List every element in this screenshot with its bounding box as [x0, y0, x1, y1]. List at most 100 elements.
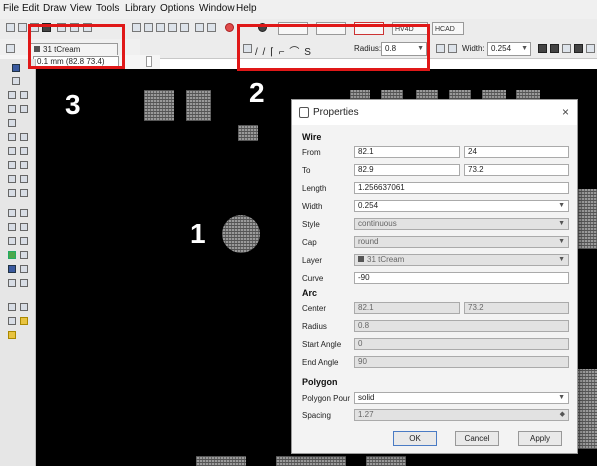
spacing-field[interactable]: 1.27 ◆: [354, 409, 569, 421]
zoom-fit-icon[interactable]: [132, 23, 141, 32]
move-tool-icon[interactable]: [8, 91, 16, 99]
value-tool-icon[interactable]: [20, 161, 28, 169]
menu-help[interactable]: Help: [236, 3, 257, 14]
more-icon[interactable]: [586, 44, 595, 53]
hole-tool-icon[interactable]: [20, 251, 28, 259]
radius-combo[interactable]: 0.8 ▼: [381, 42, 427, 56]
menu-draw[interactable]: Draw: [43, 3, 66, 14]
split-tool-icon[interactable]: [8, 175, 16, 183]
cancel-button[interactable]: Cancel: [455, 431, 499, 446]
group-tool-icon[interactable]: [8, 119, 16, 127]
layer-select[interactable]: 31 tCream ▼: [354, 254, 569, 266]
attribute-tool-icon[interactable]: [20, 317, 28, 325]
open-icon[interactable]: [6, 23, 15, 32]
route-tool-icon[interactable]: [8, 189, 16, 197]
errors-tool-icon[interactable]: [8, 279, 16, 287]
wire-tool-icon[interactable]: [8, 209, 16, 217]
width-select[interactable]: 0.254 ▼: [354, 200, 569, 212]
lock-tool-icon[interactable]: [8, 317, 16, 325]
info-icon[interactable]: [6, 44, 15, 53]
circle-tool-icon[interactable]: [8, 223, 16, 231]
smd-pad[interactable]: [276, 456, 346, 466]
width-combo[interactable]: 0.254 ▼: [487, 42, 531, 56]
zoom-select-icon[interactable]: [168, 23, 177, 32]
hv4d-button[interactable]: HV4D: [392, 22, 428, 35]
smash-tool-icon[interactable]: [20, 303, 28, 311]
dialog-titlebar[interactable]: Properties ×: [292, 100, 577, 125]
undo-icon[interactable]: [195, 23, 204, 32]
optimize-tool-icon[interactable]: [20, 175, 28, 183]
ulp-icon[interactable]: [83, 23, 92, 32]
menu-view[interactable]: View: [70, 3, 92, 14]
change-tool-icon[interactable]: [8, 133, 16, 141]
apply-button[interactable]: Apply: [518, 431, 562, 446]
smd-pad[interactable]: [576, 369, 597, 449]
smd-pad[interactable]: [196, 456, 246, 466]
zoom-in-icon[interactable]: [144, 23, 153, 32]
script-icon[interactable]: [70, 23, 79, 32]
cap-round-icon[interactable]: [448, 44, 457, 53]
board-icon[interactable]: [57, 23, 66, 32]
rect-tool-icon[interactable]: [8, 237, 16, 245]
redo-icon[interactable]: [207, 23, 216, 32]
cam-icon[interactable]: [42, 23, 51, 32]
cap-select[interactable]: round ▼: [354, 236, 569, 248]
menu-library[interactable]: Library: [125, 3, 156, 14]
dimension-tool-icon[interactable]: [8, 303, 16, 311]
stop-icon[interactable]: [225, 23, 234, 32]
copy-tool-icon[interactable]: [20, 91, 28, 99]
drc-button[interactable]: [278, 22, 308, 35]
layer-icon[interactable]: [538, 44, 547, 53]
menu-options[interactable]: Options: [160, 3, 194, 14]
auto-tool-icon[interactable]: [20, 265, 28, 273]
menu-tools[interactable]: Tools: [96, 3, 119, 14]
menu-edit[interactable]: Edit: [22, 3, 39, 14]
command-line[interactable]: [146, 56, 152, 67]
grid-icon[interactable]: [574, 44, 583, 53]
smd-pad[interactable]: [186, 90, 211, 121]
via-tool-icon[interactable]: [8, 251, 16, 259]
erc-button[interactable]: [316, 22, 346, 35]
hcad-button[interactable]: HCAD: [432, 22, 464, 35]
to-x-field[interactable]: 82.9: [354, 164, 460, 176]
delete-tool-icon[interactable]: [8, 147, 16, 155]
redraw-icon[interactable]: [180, 23, 189, 32]
zoom-out-icon[interactable]: [156, 23, 165, 32]
smd-pad[interactable]: [238, 125, 258, 141]
rotate-tool-icon[interactable]: [20, 105, 28, 113]
info-tool-icon[interactable]: [12, 64, 20, 72]
length-field[interactable]: 1.256637061: [354, 182, 569, 194]
drc-tool-icon[interactable]: [20, 279, 28, 287]
warning-icon[interactable]: [8, 331, 16, 339]
help-icon[interactable]: [258, 23, 267, 32]
fusion-button[interactable]: [354, 22, 384, 35]
ripup-tool-icon[interactable]: [20, 189, 28, 197]
polygon-tool-icon[interactable]: [20, 237, 28, 245]
mirror-tool-icon[interactable]: [8, 105, 16, 113]
ratsnest-tool-icon[interactable]: [8, 265, 16, 273]
print-icon[interactable]: [30, 23, 39, 32]
paste-tool-icon[interactable]: [20, 133, 28, 141]
curve-field[interactable]: -90: [354, 272, 569, 284]
add-tool-icon[interactable]: [20, 147, 28, 155]
menu-file[interactable]: File: [3, 3, 19, 14]
menu-window[interactable]: Window: [199, 3, 235, 14]
save-icon[interactable]: [18, 23, 27, 32]
to-y-field[interactable]: 73.2: [464, 164, 569, 176]
text-tool-icon[interactable]: [20, 209, 28, 217]
from-x-field[interactable]: 82.1: [354, 146, 460, 158]
smd-pad[interactable]: [366, 456, 406, 466]
smd-pad[interactable]: [144, 90, 174, 121]
from-y-field[interactable]: 24: [464, 146, 569, 158]
style-select[interactable]: continuous ▼: [354, 218, 569, 230]
polygon-pour-select[interactable]: solid ▼: [354, 392, 569, 404]
round-pad[interactable]: [222, 215, 260, 253]
close-icon[interactable]: ×: [562, 105, 569, 119]
name-tool-icon[interactable]: [8, 161, 16, 169]
show-tool-icon[interactable]: [12, 77, 20, 85]
wire-bend-icon[interactable]: [243, 44, 252, 53]
ok-button[interactable]: OK: [393, 431, 437, 446]
outline-icon[interactable]: [562, 44, 571, 53]
arc-tool-icon[interactable]: [20, 223, 28, 231]
bend-style-icons[interactable]: / / ⌈ ⌐ ⌒ S: [255, 43, 312, 58]
